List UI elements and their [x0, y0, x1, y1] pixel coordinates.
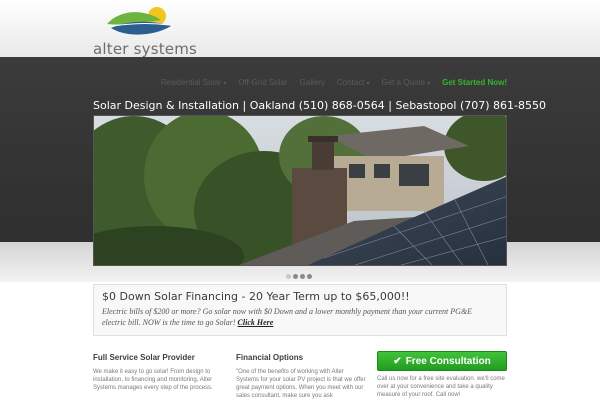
check-icon: ✔ [393, 355, 402, 367]
section-title: Financial Options [236, 353, 304, 362]
full-service-section: Full Service Solar Provider We make it e… [93, 353, 223, 392]
slider-dot[interactable] [307, 274, 312, 279]
section-title: Full Service Solar Provider [93, 353, 195, 362]
slider-dot[interactable] [300, 274, 305, 279]
financing-promo: $0 Down Solar Financing - 20 Year Term u… [93, 284, 507, 336]
nav-off-grid-solar[interactable]: Off-Grid Solar [238, 78, 287, 87]
slider-dot[interactable] [286, 274, 291, 279]
promo-click-here-link[interactable]: Click Here [238, 318, 274, 327]
main-nav: Residential Solar ▾ Off-Grid Solar Galler… [161, 78, 507, 87]
section-text: "One of the benefits of working with Alt… [236, 369, 366, 399]
nav-gallery[interactable]: Gallery [300, 78, 325, 87]
free-consultation-button[interactable]: ✔ Free Consultation [377, 351, 507, 371]
slider-dot[interactable] [293, 274, 298, 279]
nav-get-a-quote[interactable]: Get a Quote ▾ [381, 78, 430, 87]
header-band: alter systems [0, 0, 600, 58]
slider-pagination [286, 274, 312, 279]
section-text: We make it easy to go solar! From design… [93, 369, 213, 391]
chevron-down-icon: ▾ [366, 81, 370, 87]
financial-options-section: Financial Options "One of the benefits o… [236, 353, 366, 400]
consultation-text: Call us now for a free site evaluation. … [377, 376, 505, 398]
hero-slider-image[interactable] [93, 115, 507, 266]
logo[interactable]: alter systems [93, 6, 197, 58]
nav-residential-solar[interactable]: Residential Solar ▾ [161, 78, 227, 87]
brand-name: alter systems [93, 40, 198, 58]
promo-title: $0 Down Solar Financing - 20 Year Term u… [102, 290, 410, 303]
nav-get-started-button[interactable]: Get Started Now! [442, 78, 507, 87]
chevron-down-icon: ▾ [427, 81, 431, 87]
tagline: Solar Design & Installation | Oakland (5… [93, 99, 546, 112]
logo-leaf-icon [107, 7, 171, 35]
nav-contact[interactable]: Contact ▾ [337, 78, 370, 87]
chevron-down-icon: ▾ [223, 81, 227, 87]
promo-text: Electric bills of $200 or more? Go solar… [102, 307, 473, 327]
